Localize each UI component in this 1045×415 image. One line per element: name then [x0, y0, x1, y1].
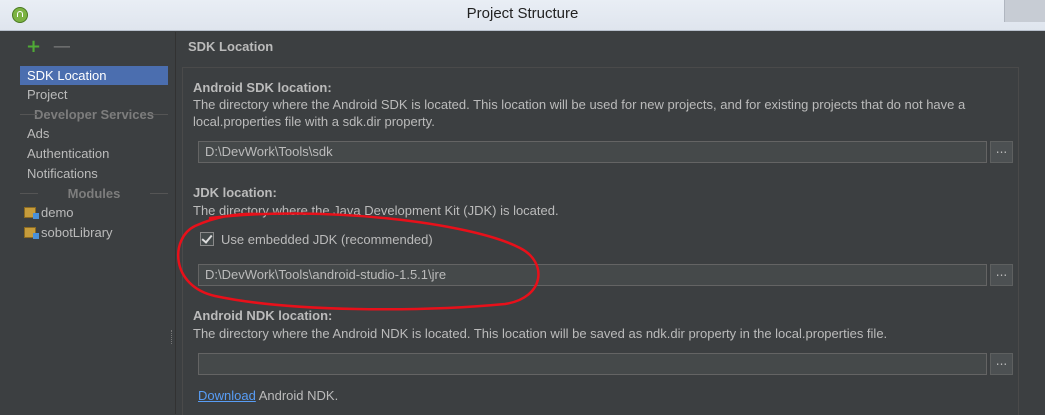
- sidebar-item-authentication[interactable]: Authentication: [20, 144, 168, 163]
- android-sdk-description: The directory where the Android SDK is l…: [193, 97, 966, 129]
- module-icon: [24, 227, 39, 239]
- embedded-jdk-checkbox[interactable]: [200, 232, 214, 246]
- section-title: SDK Location: [188, 39, 274, 54]
- remove-icon[interactable]: —: [53, 38, 71, 56]
- main-panel: SDK Location Android SDK location: The d…: [176, 32, 1045, 415]
- jdk-heading: JDK location:: [193, 185, 277, 200]
- download-ndk-suffix: Android NDK.: [255, 388, 339, 403]
- sdk-settings-panel: Android SDK location: The directory wher…: [182, 67, 1019, 415]
- android-ndk-browse-button[interactable]: ...: [990, 353, 1013, 375]
- android-ndk-description: The directory where the Android NDK is l…: [193, 326, 888, 341]
- sidebar-item-sdk-location[interactable]: SDK Location: [20, 66, 168, 85]
- sidebar: + — SDK Location Project Developer Servi…: [12, 32, 176, 414]
- sidebar-toolbar: + —: [26, 38, 79, 58]
- module-icon: [24, 207, 39, 219]
- android-ndk-path-field[interactable]: [198, 353, 987, 375]
- add-icon[interactable]: +: [26, 38, 41, 56]
- jdk-path-field[interactable]: D:\DevWork\Tools\android-studio-1.5.1\jr…: [198, 264, 987, 286]
- window-title: Project Structure: [466, 5, 579, 22]
- sidebar-item-project[interactable]: Project: [20, 85, 168, 104]
- splitter-handle[interactable]: [171, 330, 174, 344]
- android-sdk-browse-button[interactable]: ...: [990, 141, 1013, 163]
- sidebar-section-modules: Modules: [20, 184, 168, 203]
- module-label: sobotLibrary: [41, 225, 113, 240]
- android-ndk-heading: Android NDK location:: [193, 308, 333, 323]
- sidebar-section-developer-services: Developer Services: [20, 105, 168, 124]
- download-ndk-link[interactable]: Download: [198, 388, 256, 403]
- sidebar-item-ads[interactable]: Ads: [20, 124, 168, 143]
- sidebar-item-module-sobotlibrary[interactable]: sobotLibrary: [20, 223, 168, 242]
- jdk-browse-button[interactable]: ...: [990, 264, 1013, 286]
- module-label: demo: [41, 205, 74, 220]
- android-sdk-path-field[interactable]: D:\DevWork\Tools\sdk: [198, 141, 987, 163]
- download-ndk-row: Download Android NDK.: [198, 388, 338, 403]
- close-window-button[interactable]: [1004, 0, 1045, 22]
- android-sdk-heading: Android SDK location:: [193, 80, 332, 95]
- embedded-jdk-checkbox-row[interactable]: Use embedded JDK (recommended): [200, 232, 433, 250]
- sidebar-item-notifications[interactable]: Notifications: [20, 164, 168, 183]
- title-bar: Project Structure: [0, 0, 1045, 31]
- sidebar-item-module-demo[interactable]: demo: [20, 203, 168, 222]
- embedded-jdk-label: Use embedded JDK (recommended): [221, 232, 433, 247]
- jdk-description: The directory where the Java Development…: [193, 203, 559, 218]
